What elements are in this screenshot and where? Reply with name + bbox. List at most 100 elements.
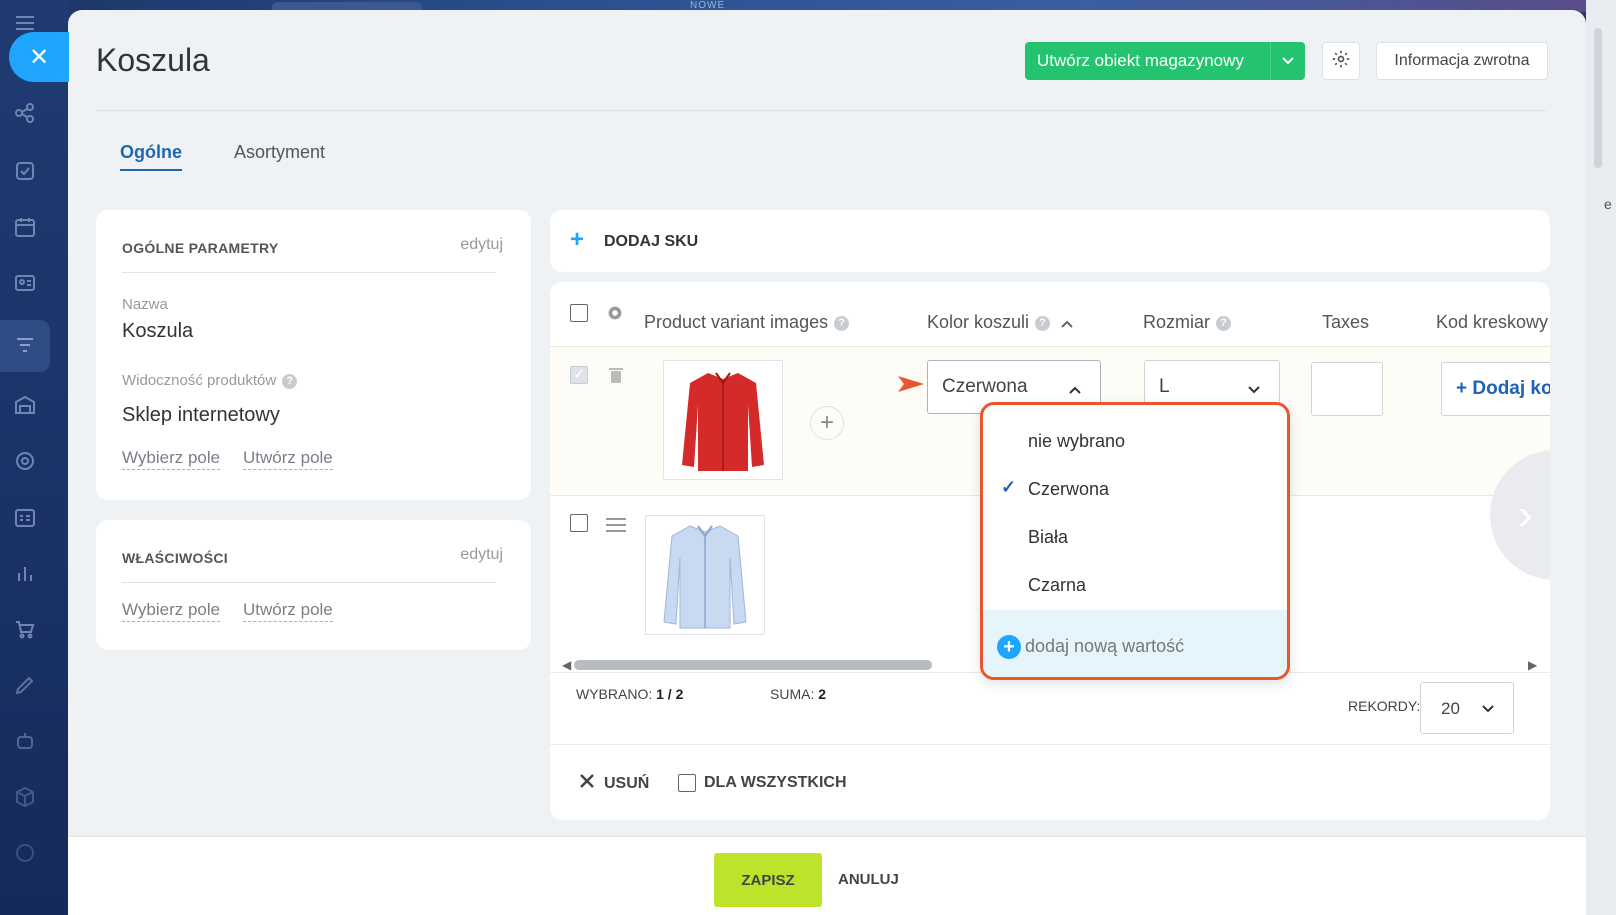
records-per-page-select[interactable]: 20 xyxy=(1420,682,1514,734)
product-image-red-shirt[interactable] xyxy=(663,360,783,480)
chevron-down-icon xyxy=(1247,379,1261,401)
save-button[interactable]: ZAPISZ xyxy=(714,853,822,907)
add-new-value-button[interactable]: + dodaj nową wartość xyxy=(983,610,1287,677)
name-value: Koszula xyxy=(122,320,194,342)
for-all-box[interactable] xyxy=(678,774,696,792)
tab-assortment[interactable]: Asortyment xyxy=(234,142,325,163)
task-check-icon[interactable] xyxy=(12,158,38,184)
help-icon[interactable]: ? xyxy=(834,315,850,331)
delete-label: USUŃ xyxy=(604,774,650,792)
calendar-icon[interactable] xyxy=(12,214,38,240)
add-image-button[interactable]: + xyxy=(810,406,844,440)
pen-icon[interactable] xyxy=(12,672,38,698)
column-header-size-label: Rozmiar xyxy=(1143,312,1211,332)
header-divider xyxy=(96,110,1546,111)
choose-field-link[interactable]: Wybierz pole xyxy=(122,600,221,622)
card-divider xyxy=(122,272,496,273)
tab-general[interactable]: Ogólne xyxy=(120,142,182,171)
help-icon[interactable]: ? xyxy=(1216,315,1232,331)
add-sku-bar[interactable]: + DODAJ SKU xyxy=(550,210,1550,272)
create-field-link[interactable]: Utwórz pole xyxy=(243,448,333,470)
column-header-size[interactable]: Rozmiar? xyxy=(1143,312,1232,333)
column-header-color-label: Kolor koszuli xyxy=(927,312,1030,332)
background-text-fragment: e xyxy=(1604,196,1612,212)
name-label: Nazwa xyxy=(122,296,168,313)
dropdown-option[interactable]: Czarna xyxy=(1028,575,1086,596)
close-icon xyxy=(580,774,594,793)
add-barcode-button[interactable]: + Dodaj kod xyxy=(1441,362,1550,416)
close-panel-button[interactable]: ✕ xyxy=(9,32,69,82)
cube-icon[interactable] xyxy=(12,784,38,810)
drag-handle-icon[interactable] xyxy=(606,518,626,537)
product-panel: Koszula Utwórz obiekt magazynowy Informa… xyxy=(68,10,1586,915)
color-select-value: Czerwona xyxy=(942,376,1028,397)
settings-button[interactable] xyxy=(1322,42,1360,80)
create-stock-object-button[interactable]: Utwórz obiekt magazynowy xyxy=(1025,42,1305,80)
column-header-taxes[interactable]: Taxes xyxy=(1322,312,1369,333)
records-label: REKORDY: xyxy=(1348,698,1421,714)
help-icon[interactable] xyxy=(12,840,38,866)
sort-up-icon[interactable] xyxy=(1061,312,1073,332)
taxes-input[interactable] xyxy=(1311,362,1383,416)
total-label: SUMA: xyxy=(770,686,815,702)
column-header-barcode[interactable]: Kod kreskowy xyxy=(1436,312,1548,333)
selected-count: WYBRANO: 1 / 2 xyxy=(576,686,683,702)
row-checkbox[interactable] xyxy=(570,365,588,384)
row-checkbox[interactable] xyxy=(570,514,588,532)
total-value: 2 xyxy=(818,686,827,702)
select-all-checkbox[interactable] xyxy=(570,304,588,322)
column-header-images[interactable]: Product variant images? xyxy=(644,312,850,333)
visibility-label: Widoczność produktów? xyxy=(122,372,298,389)
edit-link[interactable]: edytuj xyxy=(460,546,503,564)
selected-label: WYBRANO: xyxy=(576,686,653,702)
page-scrollbar[interactable] xyxy=(1594,28,1602,168)
left-sidebar xyxy=(0,0,68,915)
records-value: 20 xyxy=(1441,699,1460,718)
scrollbar-thumb[interactable] xyxy=(574,660,932,670)
target-icon[interactable] xyxy=(12,448,38,474)
general-parameters-card: OGÓLNE PARAMETRY edytuj Nazwa Koszula Wi… xyxy=(96,210,531,500)
create-stock-object-label: Utwórz obiekt magazynowy xyxy=(1037,51,1244,70)
for-all-checkbox[interactable]: DLA WSZYSTKICH xyxy=(678,774,847,792)
properties-card: WŁAŚCIWOŚCI edytuj Wybierz pole Utwórz p… xyxy=(96,520,531,650)
share-nodes-icon[interactable] xyxy=(12,100,38,126)
cart-icon[interactable] xyxy=(12,616,38,642)
actions-divider xyxy=(550,744,1550,745)
planner-icon[interactable] xyxy=(12,504,38,530)
edit-link[interactable]: edytuj xyxy=(460,236,503,254)
help-icon[interactable]: ? xyxy=(1035,315,1051,331)
cancel-button[interactable]: ANULUJ xyxy=(838,871,899,888)
visibility-value: Sklep internetowy xyxy=(122,404,280,426)
robot-icon[interactable] xyxy=(12,728,38,754)
dropdown-option[interactable]: Biała xyxy=(1028,527,1068,548)
selected-value: 1 / 2 xyxy=(656,686,684,702)
contact-card-icon[interactable] xyxy=(12,270,38,296)
help-icon[interactable]: ? xyxy=(282,373,298,389)
scroll-right-icon[interactable]: ▶ xyxy=(1528,658,1537,672)
right-edge: e xyxy=(1586,0,1616,915)
delete-button[interactable]: USUŃ xyxy=(580,774,649,793)
warehouse-icon[interactable] xyxy=(12,392,38,418)
trash-icon[interactable] xyxy=(608,366,624,389)
funnel-icon[interactable] xyxy=(12,332,38,358)
scroll-left-icon[interactable]: ◀ xyxy=(562,658,571,672)
gear-icon[interactable] xyxy=(604,302,626,329)
choose-field-link[interactable]: Wybierz pole xyxy=(122,448,221,470)
chevron-up-icon xyxy=(1068,379,1082,401)
close-icon: ✕ xyxy=(28,43,50,71)
column-header-color[interactable]: Kolor koszuli? xyxy=(927,312,1073,333)
plus-icon: + xyxy=(570,226,585,253)
checkmark-icon: ✓ xyxy=(1001,477,1017,497)
bar-chart-icon[interactable] xyxy=(12,560,38,586)
dropdown-option-selected[interactable]: Czerwona xyxy=(1028,479,1109,500)
size-select-value: L xyxy=(1159,376,1170,397)
feedback-button[interactable]: Informacja zwrotna xyxy=(1376,42,1548,80)
dropdown-option[interactable]: nie wybrano xyxy=(1028,431,1125,452)
total-count: SUMA: 2 xyxy=(770,686,826,702)
create-field-link[interactable]: Utwórz pole xyxy=(243,600,333,622)
card-divider xyxy=(122,582,496,583)
chevron-down-icon[interactable] xyxy=(1271,53,1305,69)
add-sku-label: DODAJ SKU xyxy=(604,233,699,250)
product-image-blue-shirt[interactable] xyxy=(645,515,765,635)
card-heading: OGÓLNE PARAMETRY xyxy=(122,240,279,256)
